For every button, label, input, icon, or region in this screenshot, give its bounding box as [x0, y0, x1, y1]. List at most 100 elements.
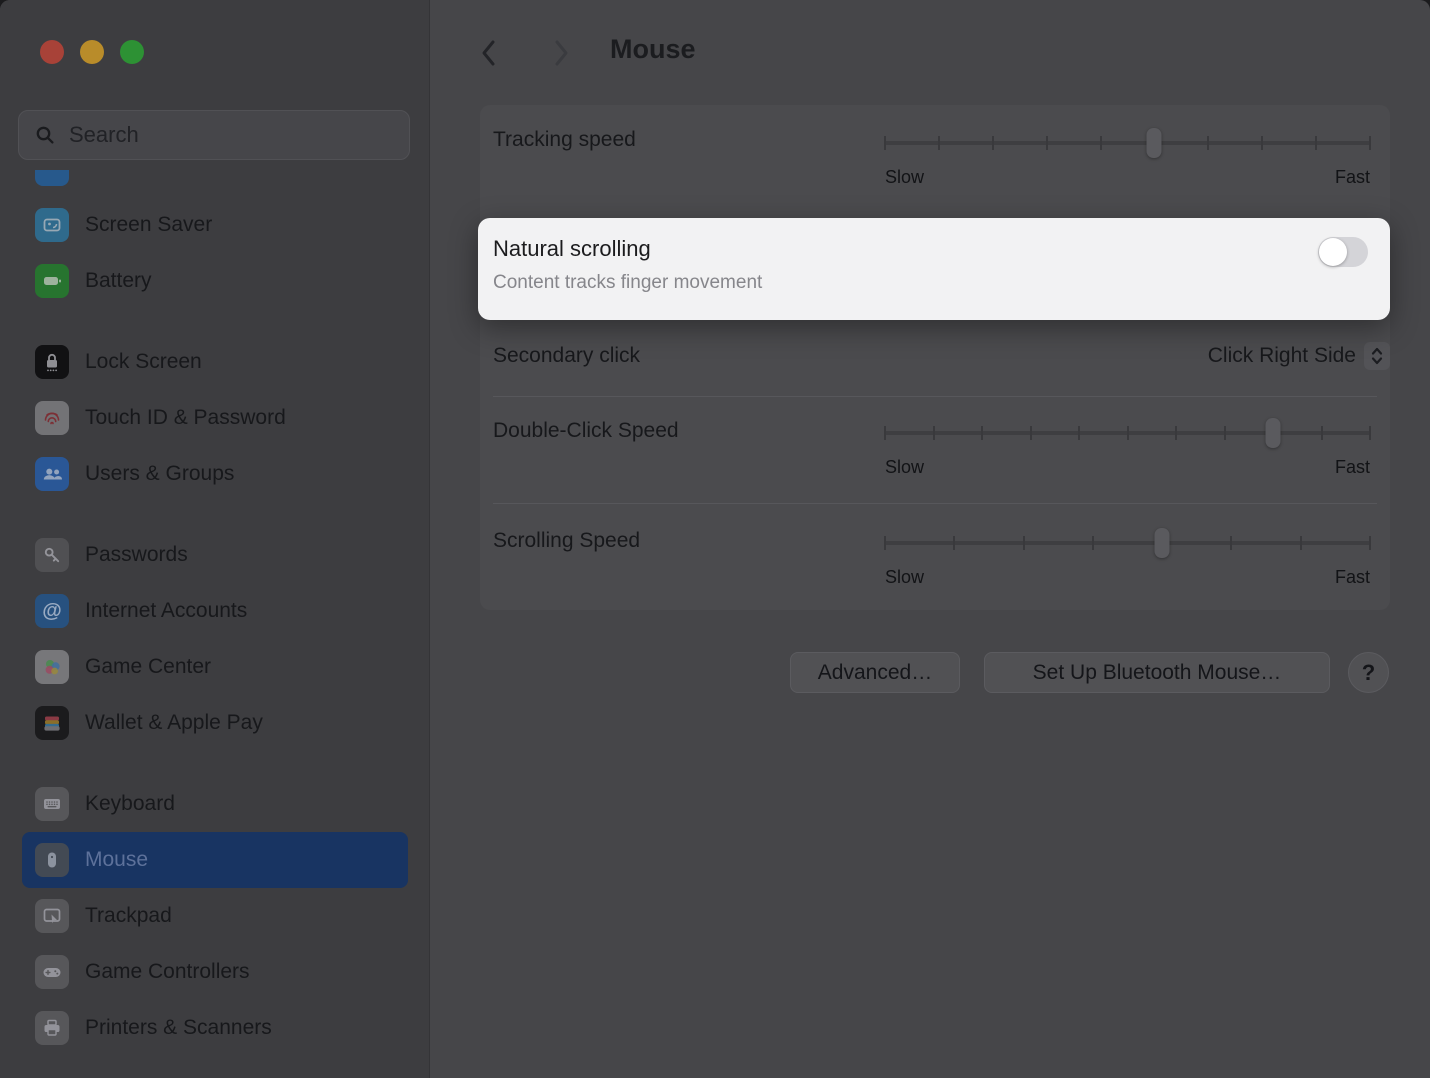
- slider-tick: [981, 426, 983, 440]
- sidebar-item-mouse[interactable]: Mouse: [22, 832, 408, 888]
- sidebar-list: Screen Saver Battery Lock Screen: [0, 170, 430, 1078]
- slider-tick: [884, 536, 886, 550]
- slider-thumb[interactable]: [1147, 128, 1162, 158]
- tracking-speed-scale: Slow Fast: [885, 167, 1370, 188]
- sidebar-item-printers[interactable]: Printers & Scanners: [22, 1000, 408, 1056]
- double-click-speed-scale: Slow Fast: [885, 457, 1370, 478]
- key-icon: [35, 538, 69, 572]
- natural-scrolling-toggle[interactable]: [1318, 237, 1368, 267]
- tracking-speed-label: Tracking speed: [493, 128, 636, 152]
- slider-tick: [1175, 426, 1177, 440]
- gamepad-icon: [35, 955, 69, 989]
- wallet-icon: [35, 706, 69, 740]
- fast-label: Fast: [1335, 567, 1370, 588]
- sidebar-item-game-controllers[interactable]: Game Controllers: [22, 944, 408, 1000]
- users-icon: [35, 457, 69, 491]
- slider-tick: [1230, 536, 1232, 550]
- divider: [493, 396, 1377, 397]
- system-settings-window: Search Screen Saver Battery: [0, 0, 1430, 1078]
- slider-thumb[interactable]: [1266, 418, 1281, 448]
- fast-label: Fast: [1335, 167, 1370, 188]
- sidebar-item-wallet[interactable]: Wallet & Apple Pay: [22, 695, 408, 751]
- slider-track: [885, 141, 1370, 145]
- sidebar-item-battery[interactable]: Battery: [22, 253, 408, 309]
- wallpaper-icon[interactable]: [35, 170, 69, 186]
- slider-tick: [1261, 136, 1263, 150]
- secondary-click-label: Secondary click: [493, 344, 640, 368]
- sidebar-item-label: Keyboard: [85, 792, 175, 816]
- close-button[interactable]: [40, 40, 64, 64]
- scrolling-speed-scale: Slow Fast: [885, 567, 1370, 588]
- sidebar-item-trackpad[interactable]: Trackpad: [22, 888, 408, 944]
- slider-tick: [1224, 426, 1226, 440]
- mouse-icon: [35, 843, 69, 877]
- slider-tick: [1092, 536, 1094, 550]
- sidebar-item-passwords[interactable]: Passwords: [22, 527, 408, 583]
- minimize-button[interactable]: [80, 40, 104, 64]
- slider-tick: [1315, 136, 1317, 150]
- slider-tick: [1046, 136, 1048, 150]
- battery-icon: [35, 264, 69, 298]
- secondary-click-value: Click Right Side: [1208, 344, 1356, 368]
- sidebar-item-label: Lock Screen: [85, 350, 202, 374]
- sidebar-item-users-groups[interactable]: Users & Groups: [22, 446, 408, 502]
- double-click-speed-label: Double-Click Speed: [493, 419, 679, 443]
- slider-tick: [1127, 426, 1129, 440]
- sidebar-item-label: Touch ID & Password: [85, 406, 286, 430]
- screen-saver-icon: [35, 208, 69, 242]
- scrolling-speed-label: Scrolling Speed: [493, 529, 640, 553]
- sidebar-item-screen-saver[interactable]: Screen Saver: [22, 197, 408, 253]
- search-placeholder: Search: [69, 122, 139, 148]
- sidebar-item-label: Internet Accounts: [85, 599, 247, 623]
- zoom-button[interactable]: [120, 40, 144, 64]
- fast-label: Fast: [1335, 457, 1370, 478]
- fingerprint-icon: [35, 401, 69, 435]
- double-click-speed-slider[interactable]: [885, 417, 1370, 449]
- sidebar-item-label: Game Controllers: [85, 960, 250, 984]
- traffic-lights: [40, 40, 144, 64]
- sidebar: Search Screen Saver Battery: [0, 0, 430, 1078]
- forward-button[interactable]: [548, 37, 574, 69]
- slider-tick: [992, 136, 994, 150]
- tracking-speed-slider[interactable]: [885, 127, 1370, 159]
- slow-label: Slow: [885, 457, 924, 478]
- sidebar-item-game-center[interactable]: Game Center: [22, 639, 408, 695]
- slider-tick: [884, 426, 886, 440]
- sidebar-item-label: Printers & Scanners: [85, 1016, 272, 1040]
- sidebar-item-label: Battery: [85, 269, 152, 293]
- sidebar-item-touch-id[interactable]: Touch ID & Password: [22, 390, 408, 446]
- advanced-button[interactable]: Advanced…: [790, 652, 960, 693]
- sidebar-item-internet-accounts[interactable]: @ Internet Accounts: [22, 583, 408, 639]
- slider-tick: [933, 426, 935, 440]
- slider-tick: [953, 536, 955, 550]
- sidebar-item-label: Screen Saver: [85, 213, 212, 237]
- slider-tick: [1321, 426, 1323, 440]
- printer-icon: [35, 1011, 69, 1045]
- setup-bluetooth-mouse-button[interactable]: Set Up Bluetooth Mouse…: [984, 652, 1330, 693]
- slider-tick: [1369, 426, 1371, 440]
- slider-tick: [938, 136, 940, 150]
- search-icon: [33, 123, 57, 147]
- slider-tick: [1369, 536, 1371, 550]
- sidebar-item-keyboard[interactable]: Keyboard: [22, 776, 408, 832]
- sidebar-item-lock-screen[interactable]: Lock Screen: [22, 334, 408, 390]
- sidebar-item-label: Mouse: [85, 848, 148, 872]
- game-center-icon: [35, 650, 69, 684]
- secondary-click-select[interactable]: Click Right Side: [1208, 342, 1390, 370]
- divider: [493, 503, 1377, 504]
- back-button[interactable]: [476, 37, 502, 69]
- slider-tick: [1300, 536, 1302, 550]
- search-input[interactable]: Search: [18, 110, 410, 160]
- sidebar-item-label: Passwords: [85, 543, 188, 567]
- slider-tick: [1100, 136, 1102, 150]
- sidebar-item-label: Game Center: [85, 655, 211, 679]
- slider-thumb[interactable]: [1155, 528, 1170, 558]
- slider-tick: [884, 136, 886, 150]
- natural-scrolling-description: Content tracks finger movement: [493, 272, 762, 294]
- sidebar-item-label: Trackpad: [85, 904, 172, 928]
- page-title: Mouse: [610, 34, 696, 65]
- lock-icon: [35, 345, 69, 379]
- help-button[interactable]: ?: [1348, 652, 1389, 693]
- scrolling-speed-slider[interactable]: [885, 527, 1370, 559]
- trackpad-icon: [35, 899, 69, 933]
